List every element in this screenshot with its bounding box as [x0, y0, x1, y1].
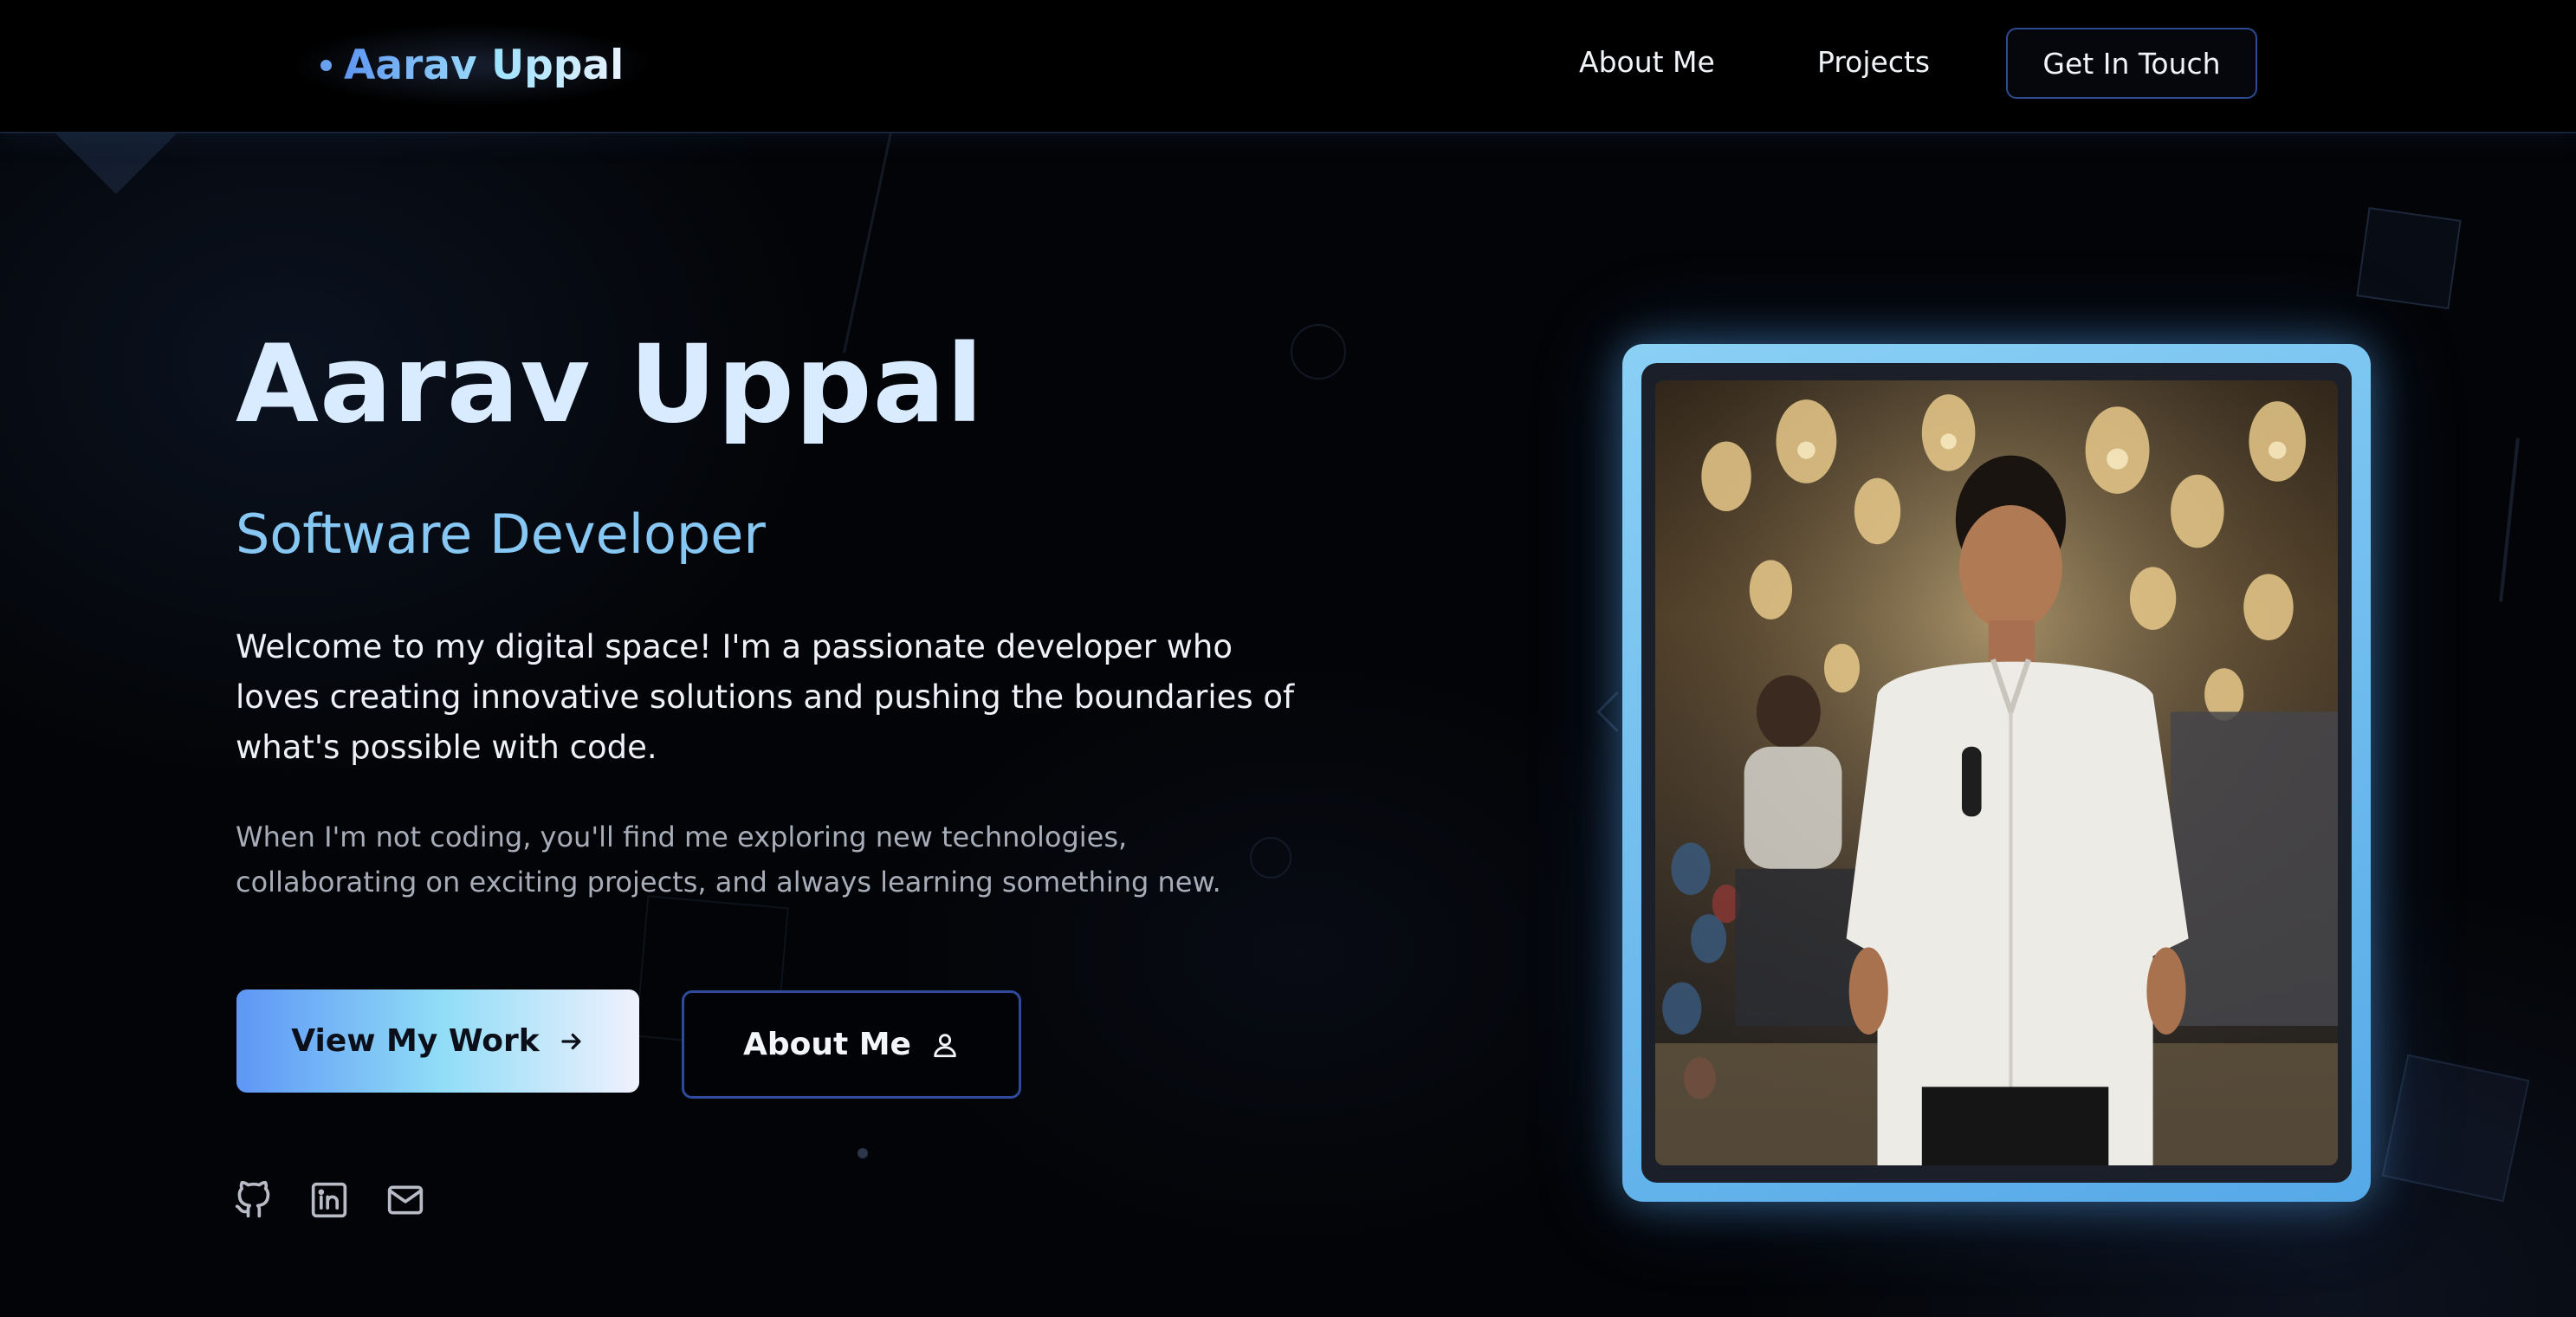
user-icon: [934, 1033, 956, 1057]
linkedin-icon: [311, 1182, 347, 1218]
nav-link-projects[interactable]: Projects: [1817, 45, 1930, 79]
hero-sub-text: When I'm not coding, you'll find me expl…: [236, 821, 1221, 899]
brand-dot-icon: [320, 59, 332, 71]
hero-role: Software Developer: [236, 503, 766, 566]
profile-photo-border: [1641, 363, 2352, 1183]
hero-intro-text: Welcome to my digital space! I'm a passi…: [236, 628, 1295, 766]
top-navbar: Aarav Uppal About Me Projects Get In Tou…: [0, 0, 2576, 133]
brand-name: Aarav Uppal: [344, 41, 625, 89]
nav-link-about-me[interactable]: About Me: [1579, 45, 1715, 79]
get-in-touch-button[interactable]: Get In Touch: [2006, 28, 2257, 99]
portrait-photo-illustration: [1655, 380, 2338, 1165]
linkedin-link[interactable]: [310, 1181, 348, 1219]
github-icon: [235, 1181, 270, 1218]
email-link[interactable]: [386, 1181, 424, 1219]
about-me-button[interactable]: About Me: [682, 990, 1021, 1099]
about-me-label: About Me: [743, 1027, 911, 1062]
decorative-square: [2381, 1054, 2530, 1203]
decorative-line: [2499, 438, 2520, 602]
view-my-work-button[interactable]: View My Work: [236, 989, 639, 1093]
mail-icon: [387, 1185, 424, 1215]
decorative-line: [843, 132, 892, 354]
github-link[interactable]: [234, 1181, 272, 1219]
profile-photo: [1655, 380, 2338, 1165]
view-my-work-label: View My Work: [291, 1023, 540, 1059]
decorative-triangle: [54, 132, 178, 194]
hero-name: Aarav Uppal: [236, 322, 984, 447]
decorative-square: [2356, 206, 2462, 310]
profile-photo-frame: [1622, 344, 2371, 1202]
decorative-dot: [858, 1148, 868, 1158]
decorative-circle: [1291, 324, 1346, 380]
arrow-right-icon: [561, 1033, 581, 1049]
brand-logo[interactable]: Aarav Uppal: [294, 24, 650, 106]
